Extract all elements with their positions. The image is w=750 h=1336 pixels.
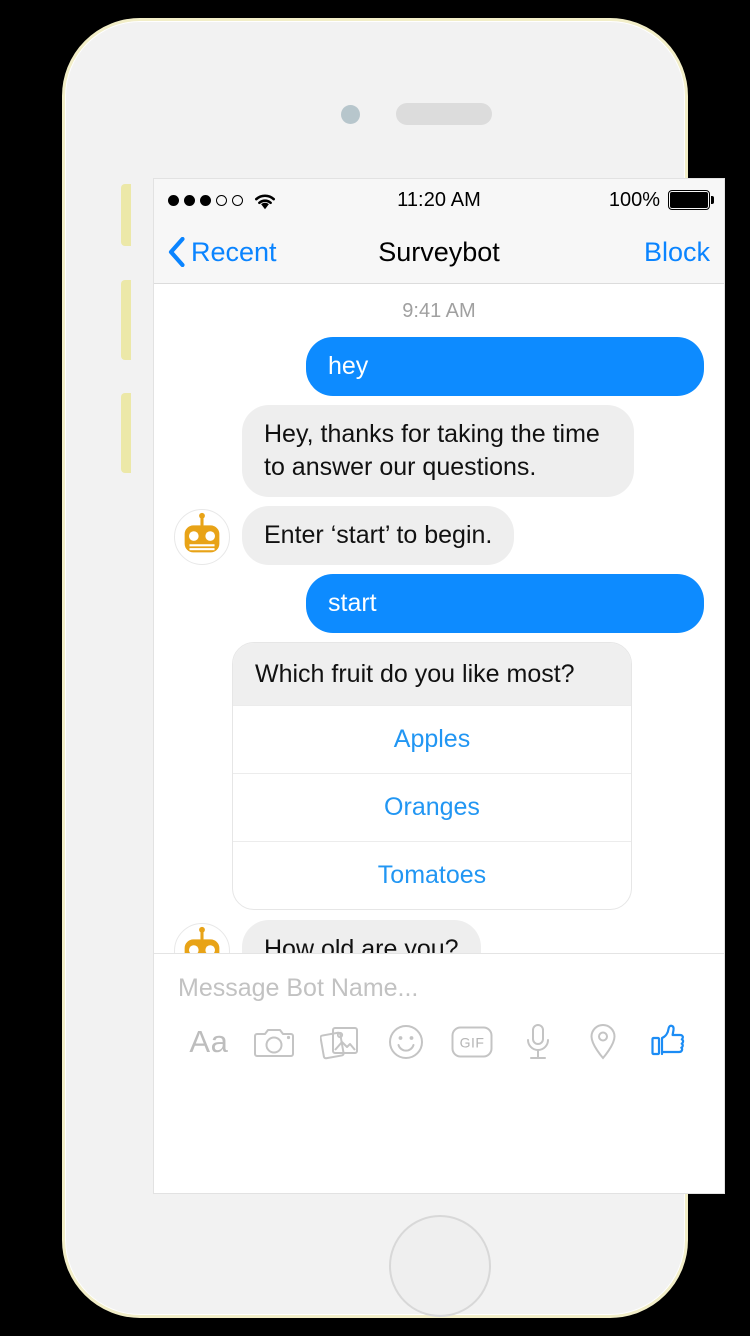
message-row: start: [154, 574, 724, 633]
battery-full-icon: [668, 190, 714, 210]
signal-dot: [232, 194, 243, 206]
signal-dot: [168, 194, 179, 206]
front-camera: [341, 105, 360, 124]
nav-bar: Recent Surveybot Block: [154, 221, 724, 284]
avatar: [174, 509, 232, 565]
message-row: Hey, thanks for taking the time to answe…: [154, 405, 724, 497]
back-button-label: Recent: [191, 236, 277, 267]
robot-avatar-icon: [174, 509, 230, 565]
svg-text:GIF: GIF: [459, 1035, 484, 1051]
earpiece-speaker: [396, 103, 492, 125]
location-pin-icon: [590, 1023, 616, 1060]
gif-button[interactable]: GIF: [439, 1015, 505, 1069]
phone-frame: 11:20 AM 100% Recent Surveybot Block 9:4…: [62, 18, 725, 1318]
message-bubble-incoming[interactable]: Enter ‘start’ to begin.: [242, 506, 515, 565]
message-row: Enter ‘start’ to begin.: [154, 506, 724, 565]
message-input[interactable]: [154, 954, 724, 1011]
text-format-button[interactable]: Aa: [176, 1015, 242, 1069]
signal-dot: [184, 194, 195, 206]
mute-switch-button[interactable]: [121, 184, 131, 246]
emoji-smiley-icon: [389, 1025, 424, 1059]
quick-reply-option-apples[interactable]: Apples: [233, 705, 631, 773]
quick-reply-option-tomatoes[interactable]: Tomatoes: [233, 841, 631, 909]
status-bar-right: 100%: [608, 188, 714, 212]
emoji-button[interactable]: [373, 1015, 439, 1069]
volume-down-button[interactable]: [121, 393, 131, 473]
back-button[interactable]: Recent: [168, 237, 277, 268]
message-row: Which fruit do you like most? Apples Ora…: [154, 642, 724, 910]
photos-icon: [320, 1027, 359, 1060]
camera-button[interactable]: [242, 1015, 308, 1069]
home-button[interactable]: [389, 1215, 491, 1317]
quick-reply-card: Which fruit do you like most? Apples Ora…: [232, 642, 632, 910]
thumbs-up-button[interactable]: [636, 1015, 702, 1069]
photos-button[interactable]: [308, 1015, 374, 1069]
wifi-icon: [255, 194, 275, 209]
block-button[interactable]: Block: [644, 237, 710, 268]
battery-percent-label: 100%: [608, 188, 660, 211]
message-composer: Aa: [154, 953, 724, 1073]
conversation-thread: 9:41 AM hey Hey, thanks for taking the t…: [154, 284, 724, 1073]
composer-toolbar: Aa GIF: [154, 1011, 724, 1069]
location-button[interactable]: [571, 1015, 637, 1069]
status-bar: 11:20 AM 100%: [154, 179, 724, 221]
message-bubble-outgoing[interactable]: hey: [306, 337, 704, 396]
message-bubble-incoming[interactable]: Hey, thanks for taking the time to answe…: [242, 405, 634, 497]
quick-reply-option-oranges[interactable]: Oranges: [233, 773, 631, 841]
signal-dot: [200, 194, 211, 206]
gif-icon: GIF: [451, 1026, 493, 1058]
camera-icon: [253, 1029, 294, 1057]
phone-screen: 11:20 AM 100% Recent Surveybot Block 9:4…: [153, 178, 725, 1194]
signal-strength-indicator: [168, 194, 243, 206]
microphone-button[interactable]: [505, 1015, 571, 1069]
quick-reply-question: Which fruit do you like most?: [233, 643, 631, 705]
text-format-icon: Aa: [189, 1024, 229, 1059]
message-row: hey: [154, 337, 724, 396]
signal-dot: [216, 194, 227, 206]
thumbs-up-icon: [651, 1024, 685, 1056]
volume-up-button[interactable]: [121, 280, 131, 360]
microphone-icon: [526, 1024, 549, 1059]
chevron-left-icon: [168, 237, 185, 267]
conversation-timestamp: 9:41 AM: [402, 300, 476, 322]
message-bubble-outgoing[interactable]: start: [306, 574, 704, 633]
